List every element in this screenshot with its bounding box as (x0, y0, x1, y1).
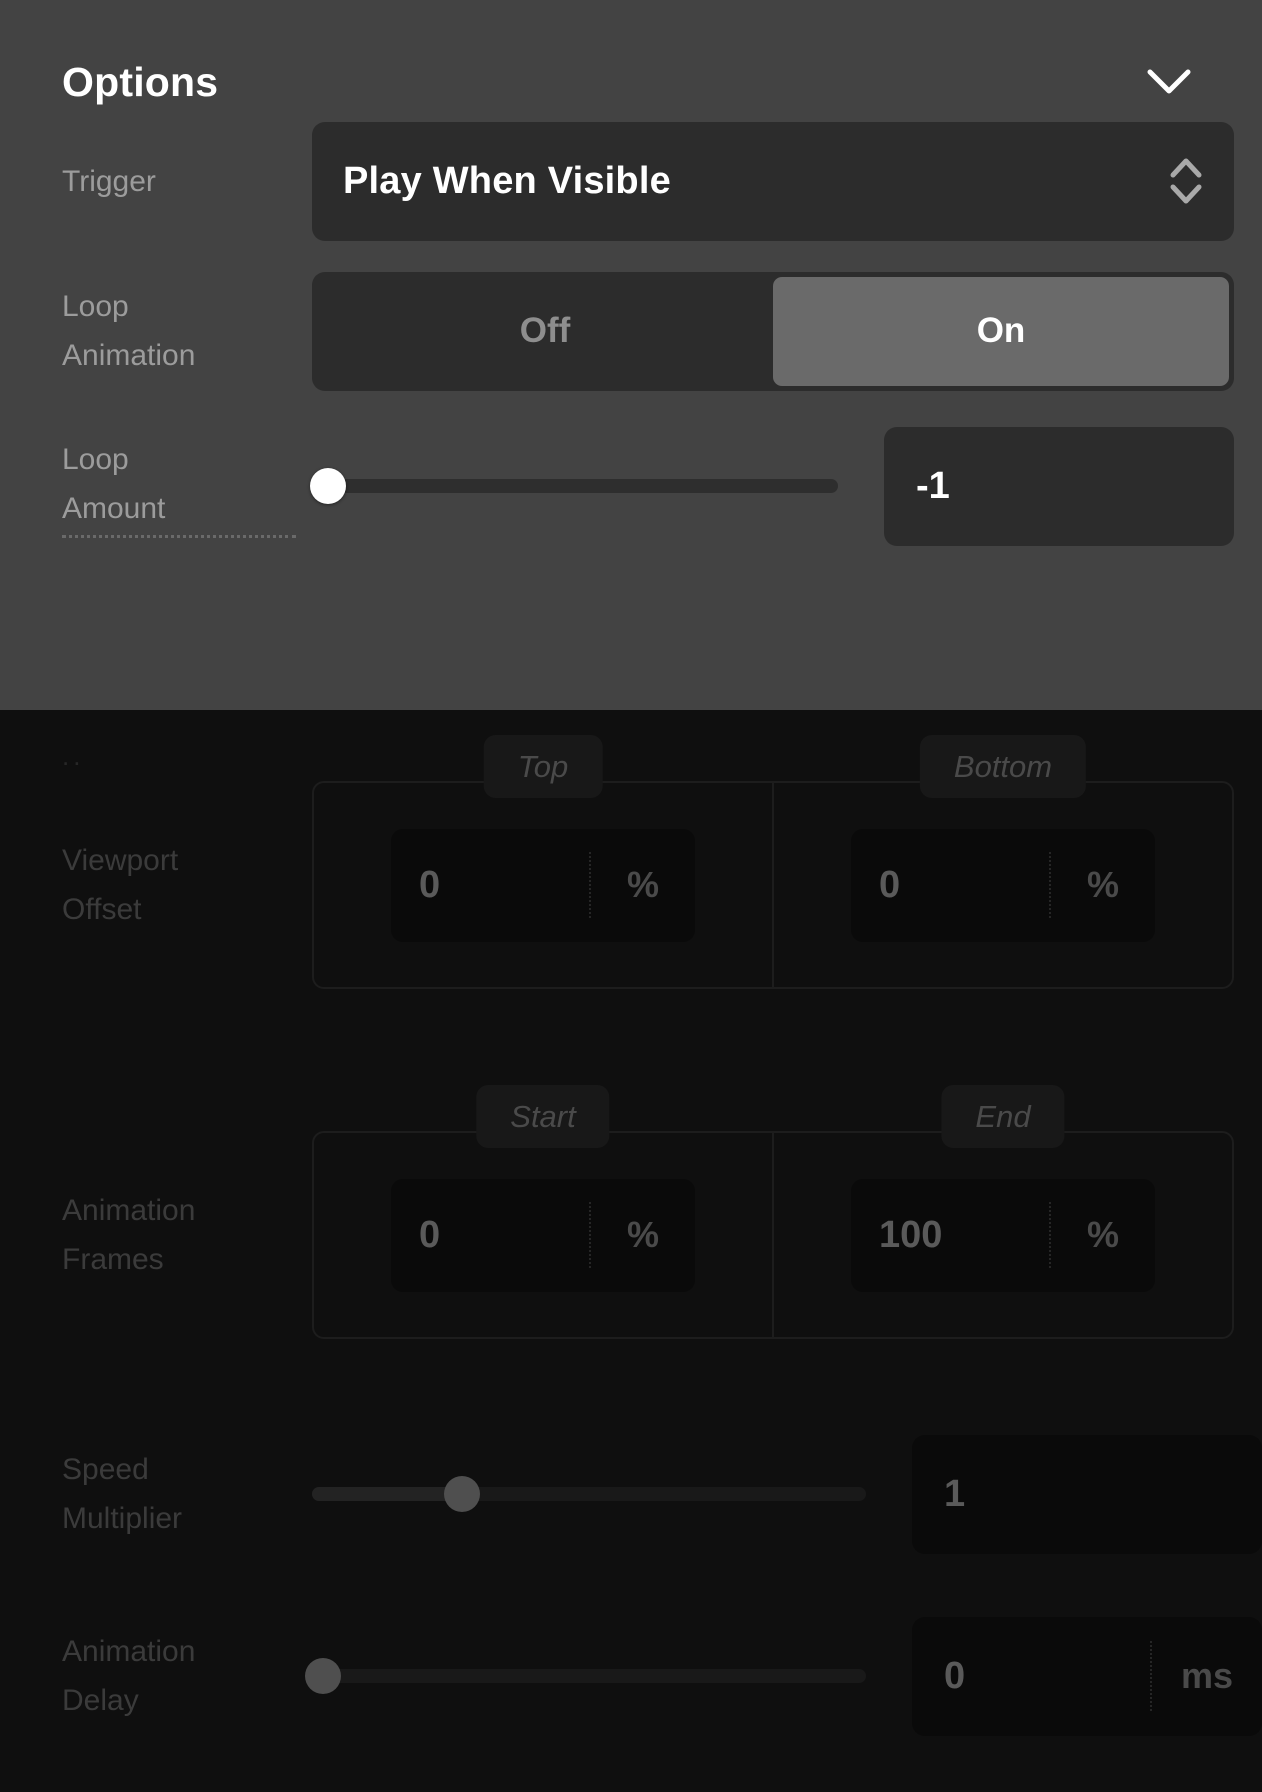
loop-amount-slider[interactable] (309, 466, 838, 506)
segment-on[interactable]: On (773, 276, 1229, 386)
speed-multiplier-label-line1: Speed (62, 1453, 149, 1486)
viewport-offset-row: Viewport Offset Top 0 % Bottom 0 % (0, 710, 1262, 1000)
animation-frames-end-unit: % (1049, 1202, 1155, 1268)
loop-amount-input[interactable]: -1 (884, 426, 1234, 546)
loop-animation-label-line2: Animation (62, 339, 196, 372)
animation-delay-label-line1: Animation (62, 1635, 196, 1668)
viewport-offset-top-input[interactable]: 0 % (391, 828, 695, 942)
viewport-offset-top-unit: % (589, 852, 695, 918)
trigger-select[interactable]: Play When Visible (312, 121, 1234, 241)
animation-delay-label: Animation Delay (62, 1627, 312, 1725)
animation-delay-row: Animation Delay 0 ms (0, 1596, 1262, 1756)
segment-off[interactable]: Off (317, 277, 773, 386)
trigger-label: Trigger (62, 164, 156, 198)
viewport-offset-top-cell: Top 0 % (314, 735, 772, 987)
loop-amount-label-line2: Amount (62, 484, 296, 538)
speed-multiplier-value: 1 (944, 1472, 966, 1515)
loop-amount-label: Loop Amount (62, 435, 312, 538)
animation-frames-end-legend: End (941, 1085, 1065, 1148)
loop-amount-row: Loop Amount -1 (0, 406, 1234, 566)
viewport-offset-label: Viewport Offset (62, 836, 312, 934)
animation-frames-start-legend: Start (476, 1085, 610, 1148)
speed-multiplier-label-line2: Multiplier (62, 1502, 183, 1535)
slider-fill (312, 1487, 462, 1501)
viewport-offset-label-line1: Viewport (62, 844, 179, 877)
animation-frames-end-input[interactable]: 100 % (851, 1178, 1155, 1292)
animation-frames-label-line2: Frames (62, 1243, 164, 1276)
animation-frames-start-cell: Start 0 % (314, 1085, 772, 1337)
viewport-offset-label-line2: Offset (62, 893, 142, 926)
viewport-offset-bottom-input[interactable]: 0 % (851, 828, 1155, 942)
loop-animation-segmented-control[interactable]: Off On (312, 271, 1234, 391)
viewport-offset-bottom-value: 0 (879, 863, 901, 906)
loop-animation-label: Loop Animation (62, 282, 312, 380)
viewport-offset-bottom-unit: % (1049, 852, 1155, 918)
loop-amount-slider-wrap (309, 427, 884, 546)
animation-frames-end-value: 100 (879, 1213, 943, 1256)
options-panel-dimmed: .. Viewport Offset Top 0 % Bottom 0 % An… (0, 710, 1262, 1792)
speed-multiplier-input[interactable]: 1 (912, 1434, 1262, 1554)
animation-delay-value: 0 (944, 1654, 966, 1697)
animation-frames-start-input[interactable]: 0 % (391, 1178, 695, 1292)
viewport-offset-top-value: 0 (419, 863, 441, 906)
trigger-selected-value: Play When Visible (343, 159, 671, 202)
viewport-offset-fieldgroup: Top 0 % Bottom 0 % (312, 735, 1234, 989)
slider-track (312, 1669, 866, 1683)
slider-track (312, 479, 838, 493)
animation-frames-start-value: 0 (419, 1213, 441, 1256)
chevron-up-down-icon (1166, 153, 1206, 209)
animation-frames-start-unit: % (589, 1202, 695, 1268)
animation-delay-unit: ms (1150, 1641, 1262, 1711)
animation-frames-label-line1: Animation (62, 1194, 196, 1227)
page-title: Options (62, 58, 219, 105)
options-panel-active: Options Trigger Play When Visible Loop A… (0, 0, 1262, 710)
slider-thumb[interactable] (443, 1476, 480, 1512)
speed-multiplier-label: Speed Multiplier (62, 1445, 312, 1543)
speed-multiplier-row: Speed Multiplier 1 (0, 1414, 1262, 1574)
loop-amount-value: -1 (916, 464, 950, 507)
speed-multiplier-slider[interactable] (312, 1474, 866, 1514)
animation-frames-row: Animation Frames Start 0 % End 100 % (0, 1085, 1262, 1380)
loop-animation-row: Loop Animation Off On (0, 256, 1234, 406)
animation-frames-label: Animation Frames (62, 1186, 312, 1284)
speed-multiplier-slider-wrap (312, 1435, 912, 1554)
animation-frames-fieldgroup: Start 0 % End 100 % (312, 1085, 1234, 1339)
viewport-offset-top-legend: Top (483, 735, 603, 798)
animation-delay-input[interactable]: 0 ms (912, 1616, 1262, 1736)
slider-thumb[interactable] (305, 1658, 342, 1694)
loop-amount-label-line1: Loop (62, 442, 129, 476)
animation-delay-slider[interactable] (305, 1656, 866, 1696)
loop-animation-label-line1: Loop (62, 290, 129, 323)
trigger-row: Trigger Play When Visible (0, 106, 1234, 256)
animation-delay-slider-wrap (305, 1617, 912, 1736)
animation-frames-end-cell: End 100 % (772, 1085, 1232, 1337)
viewport-offset-bottom-legend: Bottom (919, 735, 1087, 798)
viewport-offset-bottom-cell: Bottom 0 % (772, 735, 1232, 987)
animation-delay-label-line2: Delay (62, 1684, 139, 1717)
panel-header: Options (0, 0, 1234, 106)
slider-thumb[interactable] (309, 468, 346, 504)
chevron-down-icon[interactable] (1140, 53, 1198, 111)
